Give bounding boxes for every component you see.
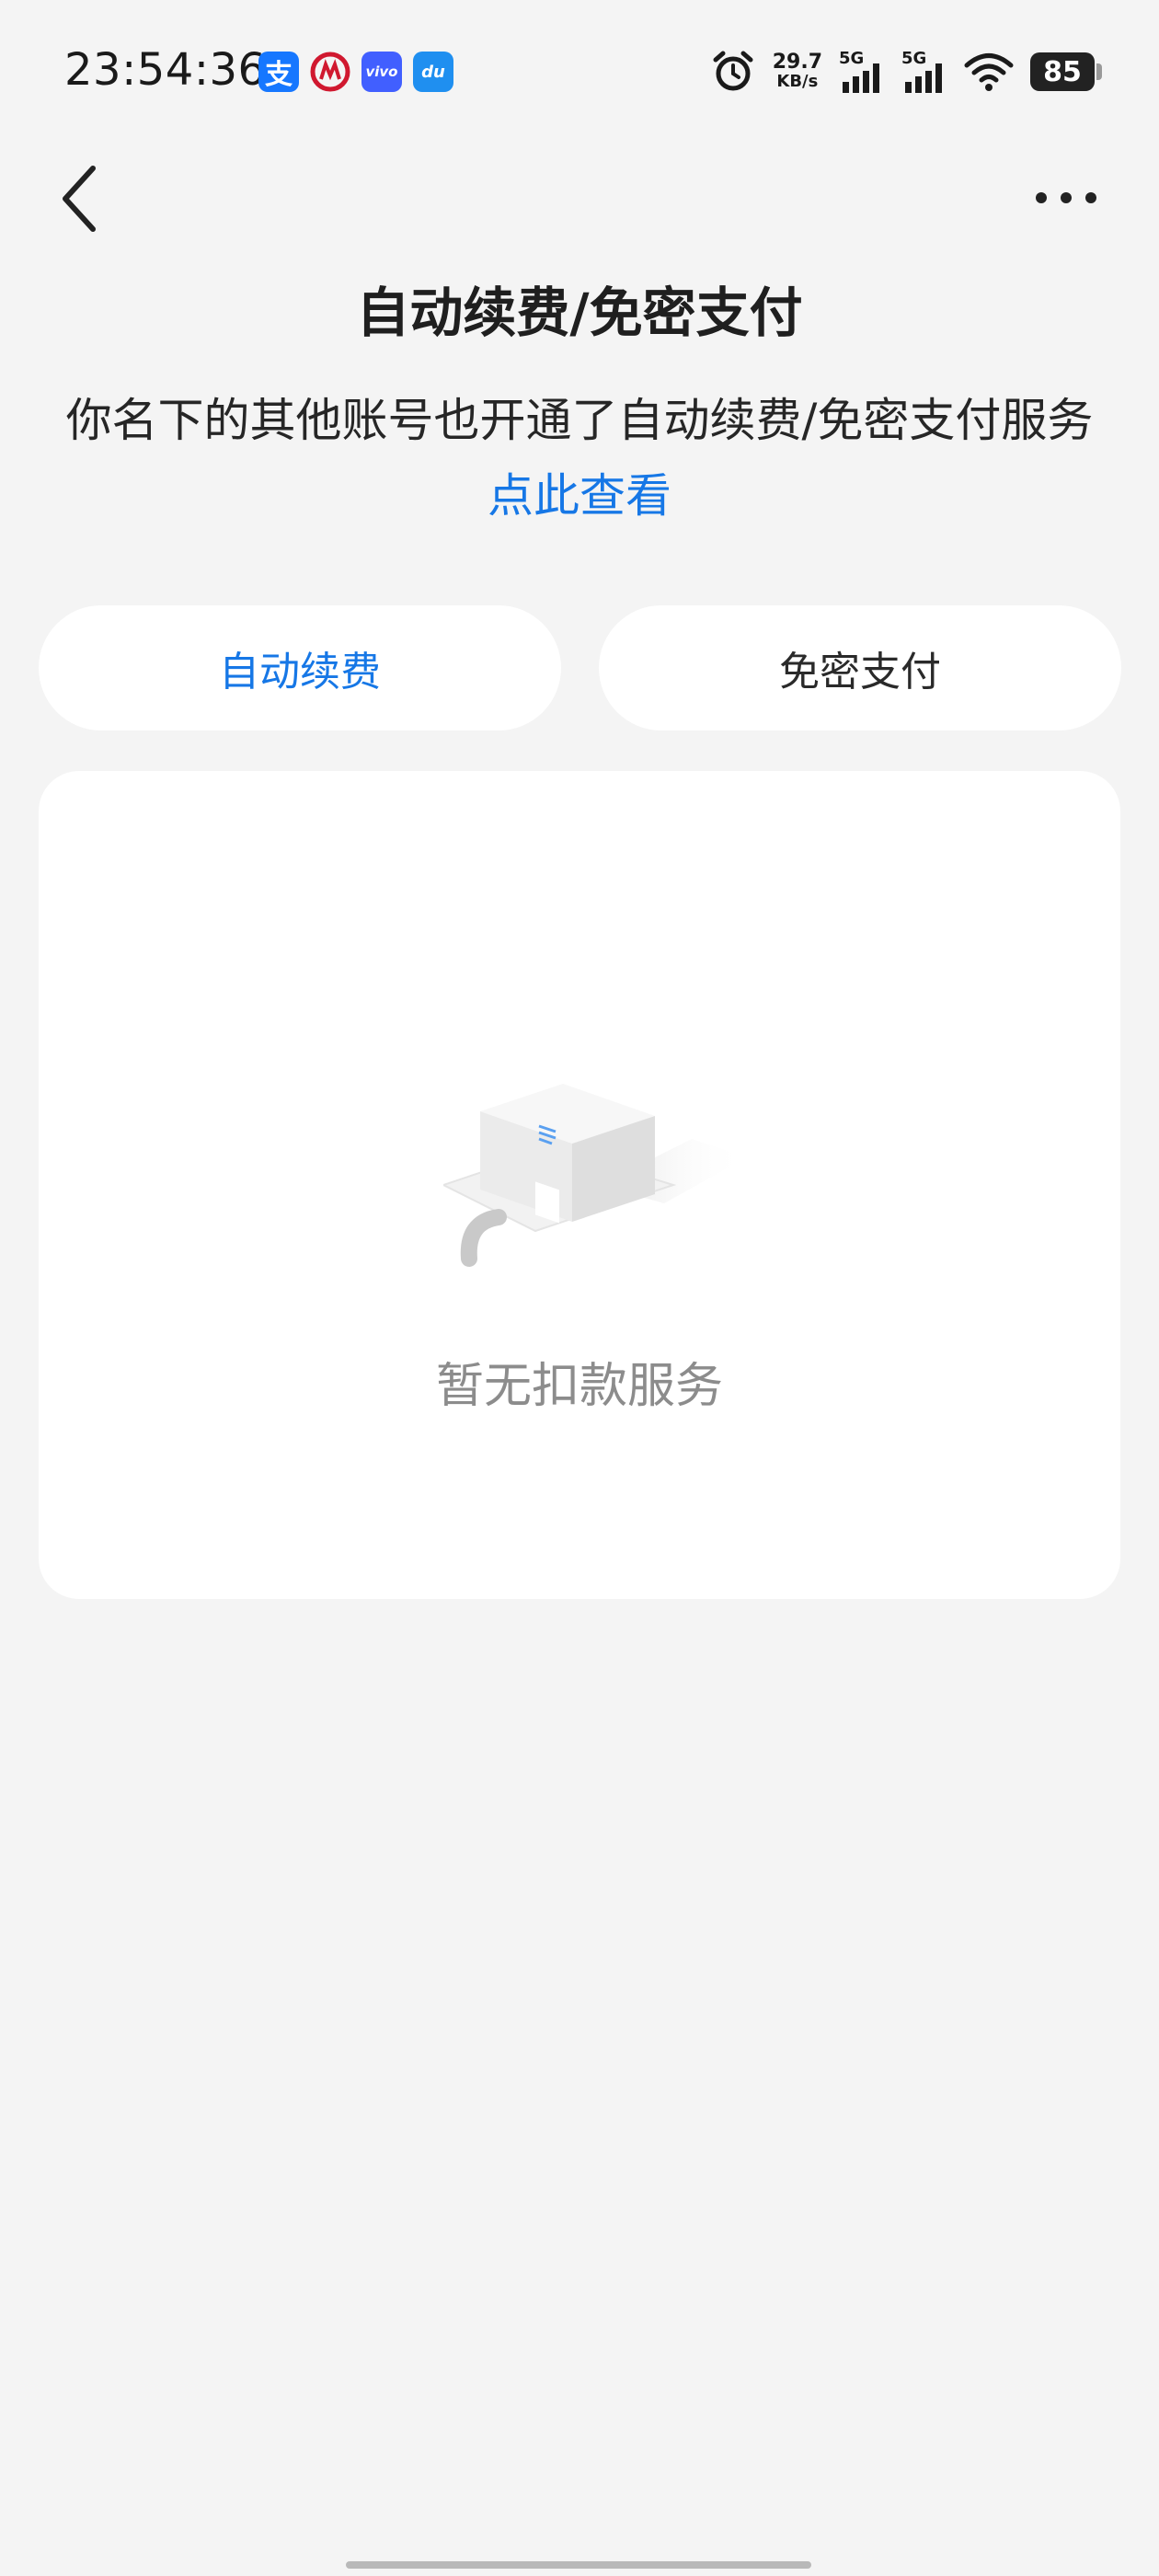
- signal-icon-sim1: 5G: [839, 49, 885, 95]
- view-other-accounts-link[interactable]: 点此查看: [0, 462, 1159, 530]
- network-speed: 29.7 KB/s: [773, 52, 822, 91]
- signal-type-2: 5G: [901, 49, 927, 68]
- wifi-icon: [964, 53, 1014, 91]
- empty-box-icon: [443, 1084, 747, 1267]
- cmb-bank-icon: [310, 52, 350, 92]
- chevron-left-icon: [63, 166, 96, 232]
- battery-indicator: 85: [1030, 52, 1102, 91]
- signal-icon-sim2: 5G: [901, 49, 947, 95]
- status-time: 23:54:36: [64, 44, 267, 96]
- network-speed-unit: KB/s: [776, 72, 819, 91]
- status-bar: 23:54:36 支 vivo du 29.7 KB/s 5G 5G 85: [0, 0, 1159, 144]
- more-dots-icon: [1036, 192, 1096, 203]
- du-icon: du: [413, 52, 453, 92]
- alarm-icon: [713, 51, 753, 91]
- other-accounts-notice: 你名下的其他账号也开通了自动续费/免密支付服务: [65, 394, 1094, 447]
- tab-password-free-payment[interactable]: 免密支付: [599, 605, 1121, 730]
- tab-auto-renewal[interactable]: 自动续费: [39, 605, 561, 730]
- network-speed-value: 29.7: [772, 51, 822, 74]
- home-indicator[interactable]: [346, 2561, 811, 2569]
- back-button[interactable]: [52, 162, 107, 236]
- notification-icons: 支 vivo du: [258, 52, 453, 92]
- page-title: 自动续费/免密支付: [356, 282, 803, 344]
- alipay-icon: 支: [258, 52, 299, 92]
- empty-state-message: 暂无扣款服务: [435, 1359, 723, 1414]
- status-indicators: 29.7 KB/s 5G 5G 85: [710, 46, 1102, 98]
- services-card: 暂无扣款服务: [39, 771, 1120, 1599]
- signal-type-1: 5G: [839, 49, 865, 68]
- vivo-icon: vivo: [361, 52, 402, 92]
- more-options-button[interactable]: [1025, 166, 1107, 230]
